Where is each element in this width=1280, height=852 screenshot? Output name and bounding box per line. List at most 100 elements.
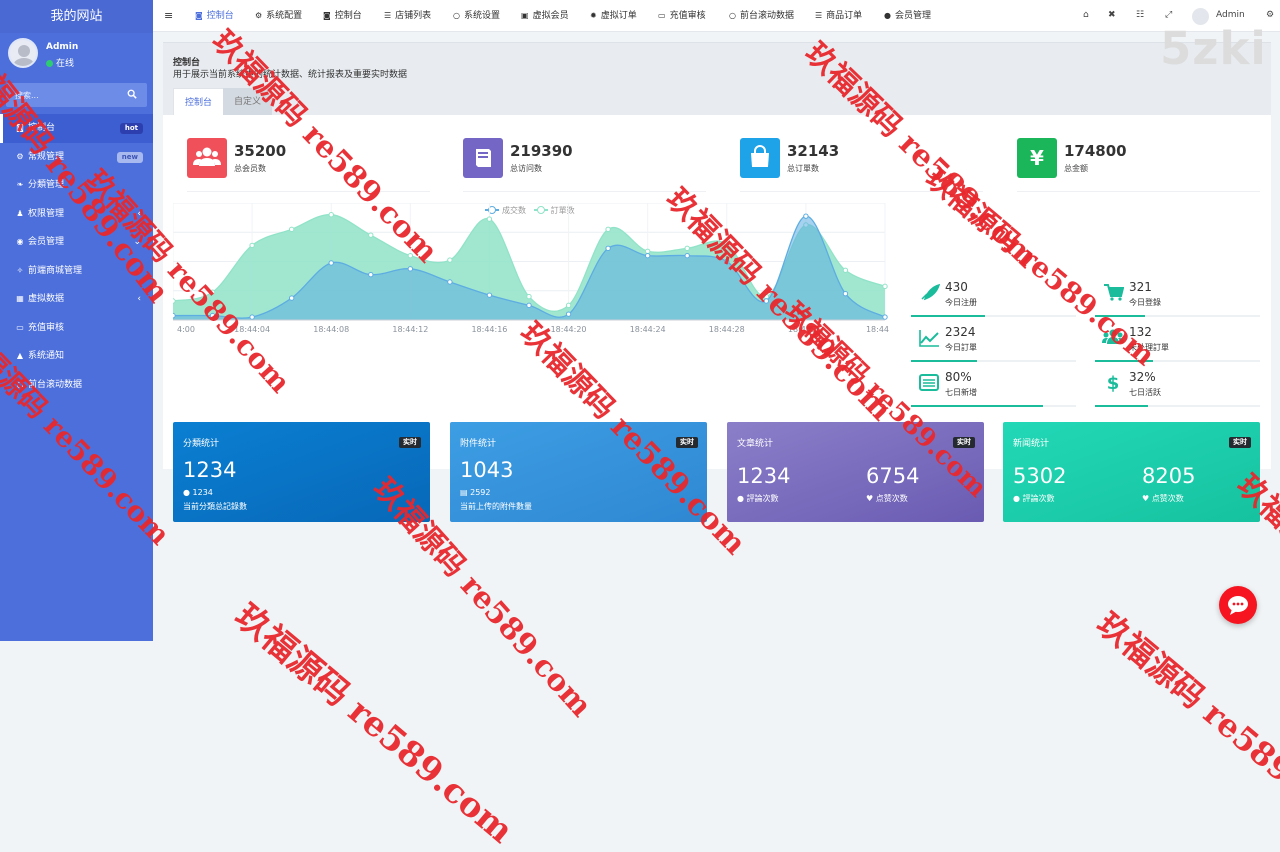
topbar-tab-3[interactable]: ◙ 控制台 [323, 0, 362, 32]
cogs-icon: ⚙ [16, 151, 24, 161]
mini-stat-value: 2324 [945, 325, 976, 339]
card-sub-label: 評論次數 [1022, 494, 1055, 503]
sidebar-item-dashboard[interactable]: ◙ 控制台 hot [0, 114, 153, 143]
search-icon[interactable] [127, 89, 137, 99]
x-tick-label: 18:44:32 [788, 325, 824, 334]
topbar-tab-5[interactable]: ○ 系统设置 [453, 0, 500, 32]
sidebar-item-label: 会员管理 [28, 237, 65, 247]
leaf-icon: ❧ [16, 180, 24, 189]
card-value: 1043 [460, 458, 514, 482]
data-point [684, 245, 690, 252]
data-point [842, 290, 849, 297]
trash-icon[interactable]: ✖ [1108, 0, 1116, 32]
x-tick-label: 18:44:20 [551, 325, 587, 334]
sidebar-item-cogs[interactable]: ⚙ 常规管理 new [0, 143, 153, 172]
cart-icon [1104, 284, 1124, 301]
site-title[interactable]: 我的网站 [0, 0, 153, 33]
topbar-tab-2[interactable]: ⚙ 系统配置 [255, 0, 302, 32]
stat-card-3[interactable]: 文章统计 实时 1234 6754 ● 評論次數 ♥ 点赞次数 [727, 422, 984, 522]
card-title: 分類统计 [183, 439, 220, 449]
x-tick-label: 18:44:04 [234, 325, 270, 334]
data-point [328, 260, 334, 266]
mini-stat-label: 今日注册 [945, 298, 977, 307]
topbar-tab-6[interactable]: ▣ 虚拟会员 [521, 0, 569, 32]
chevron-icon: ‹ [137, 208, 141, 219]
asterisk-icon: ✹ [590, 11, 597, 20]
sidebar-item-leaf[interactable]: ❧ 分類管理 [0, 171, 153, 200]
mini-stat-dollar: $32% 七日活跃 [1095, 363, 1260, 407]
dashboard-icon: ◙ [323, 11, 331, 20]
settings-icon[interactable]: ⚙ [1266, 0, 1274, 32]
stat-yen: ¥174800 总金额 [1017, 135, 1260, 192]
data-point [882, 314, 888, 320]
mini-stat-value: 321 [1129, 280, 1152, 294]
sidebar-item-credit-card[interactable]: ▭ 充值审核 [0, 314, 153, 343]
menu-toggle-icon[interactable]: ≡ [164, 0, 173, 32]
mini-stat-value: 132 [1129, 325, 1152, 339]
area-chart[interactable]: 4:00 18:44:04 18:44:08 18:44:12 18:44:16 18:4… [173, 203, 889, 335]
x-tick-label: 18:44:24 [630, 325, 666, 334]
sidebar-item-user-circle[interactable]: ◉ 会员管理 ⌄ [0, 228, 153, 257]
search-input[interactable] [6, 83, 116, 107]
user-square-icon: ▣ [521, 11, 529, 20]
sidebar-item-magic[interactable]: ✧ 前端商城管理 ‹ [0, 257, 153, 286]
sidebar-search [6, 83, 147, 107]
topbar-tab-10[interactable]: ☰ 商品订单 [815, 0, 862, 32]
topbar-tab-9[interactable]: ○ 前台滚动数据 [729, 0, 794, 32]
stat-card-2[interactable]: 附件统计 实时 1043 ▤ 2592 当前上传的附件數量 [450, 422, 707, 522]
home-icon[interactable]: ⌂ [1083, 0, 1089, 32]
sidebar-item-calendar[interactable]: ▦ 虚拟数据 ‹ [0, 285, 153, 314]
progress-fill [1095, 315, 1145, 317]
stat-card-4[interactable]: 新闻统计 实时 5302 8205 ● 評論次數 ♥ 点赞次数 [1003, 422, 1260, 522]
sidebar-item-label: 前端商城管理 [28, 265, 83, 276]
user-status: 在线 [46, 56, 74, 69]
data-point [368, 271, 374, 278]
card-value-2: 8205 [1142, 464, 1196, 488]
card-title: 文章统计 [737, 439, 774, 449]
progress-fill [911, 405, 1043, 407]
data-point [486, 216, 493, 222]
gear-icon: ⚙ [255, 11, 263, 20]
language-icon[interactable]: ☷ [1136, 0, 1144, 32]
data-point [249, 242, 255, 249]
progress-bar [1095, 315, 1260, 317]
comment-icon: ● [737, 494, 747, 503]
mini-stat-users: 132 未处理訂單 [1095, 318, 1260, 362]
tab-custom[interactable]: 自定义 [223, 88, 273, 116]
file-icon: ▤ [460, 488, 471, 497]
magic-icon: ✧ [16, 265, 24, 275]
progress-bar [911, 360, 1076, 362]
data-point [249, 314, 255, 320]
topbar-tab-11[interactable]: ● 会员管理 [884, 0, 931, 32]
sidebar-item-label: 系统通知 [28, 351, 65, 361]
tab-dashboard[interactable]: 控制台 [173, 88, 225, 116]
sidebar-item-bell[interactable]: ▲ 系统通知 [0, 342, 153, 371]
mini-stat-label: 未处理訂單 [1129, 343, 1169, 352]
data-point [447, 279, 453, 285]
stat-card-1[interactable]: 分類统计 实时 1234 ● 1234 当前分類总記錄數 [173, 422, 430, 522]
topbar-tab-4[interactable]: ☰ 店铺列表 [384, 0, 431, 32]
chat-button[interactable] [1219, 586, 1257, 624]
data-point [605, 226, 611, 233]
card-value: 5302 [1013, 464, 1067, 488]
topbar-tab-8[interactable]: ▭ 充值审核 [658, 0, 706, 32]
data-point [209, 289, 216, 295]
card-value: 1234 [183, 458, 237, 482]
data-point [763, 298, 770, 304]
yen-icon: ¥ [1017, 138, 1057, 178]
brand-logo: 5zki [1160, 22, 1267, 75]
user-icon: ● [884, 11, 891, 20]
card-value: 1234 [737, 464, 791, 488]
topbar-tab-1[interactable]: ◙ 控制台 [195, 0, 234, 32]
stat-shopping-bag: 32143 总订單数 [740, 135, 983, 192]
data-point [882, 283, 888, 290]
sidebar-item-circle[interactable]: ○ 前台滚动数据 [0, 371, 153, 400]
topbar-tab-7[interactable]: ✹ 虚拟订单 [590, 0, 637, 32]
sidebar-item-group[interactable]: ♟ 权限管理 ‹ [0, 200, 153, 229]
progress-fill [911, 315, 986, 317]
data-point [644, 248, 651, 254]
data-point [173, 312, 176, 319]
chat-bubble-icon [1228, 596, 1248, 615]
data-point [763, 293, 770, 300]
card-title: 新闻统计 [1013, 439, 1050, 449]
